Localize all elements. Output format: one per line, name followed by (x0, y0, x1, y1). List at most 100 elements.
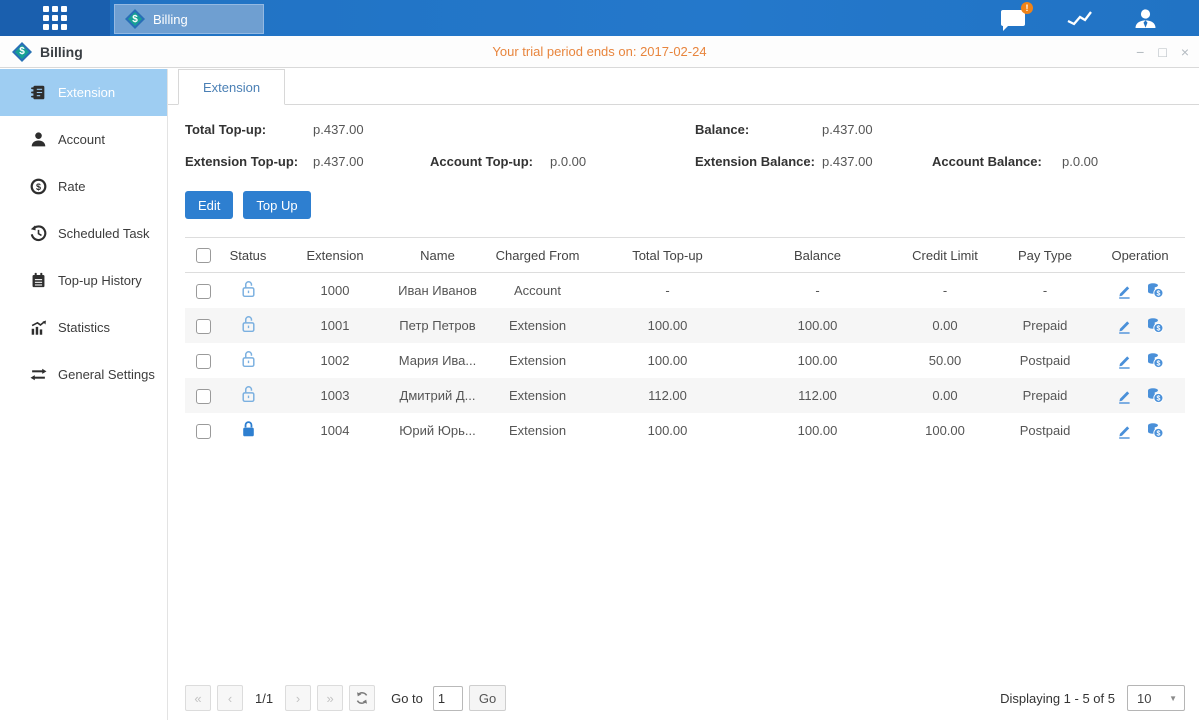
apps-grid-icon[interactable] (0, 0, 110, 36)
top-up-row-icon[interactable]: $ (1146, 317, 1164, 334)
col-charged-from: Charged From (480, 248, 595, 263)
displaying-text: Displaying 1 - 5 of 5 (1000, 691, 1115, 706)
maximize-icon[interactable]: □ (1158, 45, 1166, 59)
taskbar-item-label: Billing (153, 12, 188, 27)
row-checkbox[interactable] (196, 424, 211, 439)
sidebar-item-label: Scheduled Task (58, 226, 150, 241)
user-account-icon[interactable] (1131, 6, 1159, 30)
sidebar-item-topup-history[interactable]: Top-up History (0, 257, 167, 304)
window-title-group: $ Billing (12, 42, 83, 62)
name-cell: Мария Ива... (395, 353, 480, 368)
table-body: 1000 Иван Иванов Account - - - - (185, 273, 1185, 448)
next-page-button[interactable]: › (285, 685, 311, 711)
refresh-icon (355, 691, 369, 705)
edit-row-icon[interactable] (1116, 353, 1132, 369)
total-topup-label: Total Top-up: (185, 122, 313, 137)
row-checkbox[interactable] (196, 389, 211, 404)
edit-row-icon[interactable] (1116, 318, 1132, 334)
go-button[interactable]: Go (469, 685, 506, 711)
charged-from-cell: Extension (480, 423, 595, 438)
sidebar-item-extension[interactable]: Extension (0, 69, 167, 116)
notifications-icon[interactable]: ! (999, 6, 1027, 30)
goto-page-input[interactable] (433, 686, 463, 711)
charged-from-cell: Account (480, 283, 595, 298)
col-extension: Extension (275, 248, 395, 263)
balance-cell: 100.00 (740, 318, 895, 333)
select-all-checkbox[interactable] (196, 248, 211, 263)
main-content: Extension Total Top-up: p.437.00 Balance… (168, 69, 1199, 720)
extension-cell: 1004 (275, 423, 395, 438)
table-header-row: Status Extension Name Charged From Total… (185, 237, 1185, 273)
page-size-select[interactable]: 10 ▼ (1127, 685, 1185, 711)
sidebar-item-statistics[interactable]: Statistics (0, 304, 167, 351)
account-balance-label: Account Balance: (932, 154, 1062, 169)
minimize-icon[interactable]: − (1136, 45, 1144, 59)
row-checkbox[interactable] (196, 354, 211, 369)
locked-icon (240, 420, 257, 438)
last-page-button[interactable]: » (317, 685, 343, 711)
balance-value: p.437.00 (822, 122, 932, 137)
page-indicator: 1/1 (255, 691, 273, 706)
chevron-down-icon: ▼ (1169, 694, 1177, 703)
unlocked-icon (240, 280, 257, 298)
svg-text:$: $ (1156, 290, 1160, 297)
person-icon (1133, 8, 1158, 29)
page-size-value: 10 (1137, 691, 1151, 706)
sidebar-item-general-settings[interactable]: General Settings (0, 351, 167, 398)
edit-row-icon[interactable] (1116, 283, 1132, 299)
balance-cell: 100.00 (740, 423, 895, 438)
taskbar-item-billing[interactable]: $ Billing (114, 4, 264, 34)
first-page-button[interactable]: « (185, 685, 211, 711)
sidebar-item-label: Account (58, 132, 105, 147)
total-topup-cell: 112.00 (595, 388, 740, 403)
window-titlebar: $ Billing Your trial period ends on: 201… (0, 36, 1199, 68)
pay-type-cell: Prepaid (995, 388, 1095, 403)
pagination-controls: « ‹ 1/1 › » Go to Go (185, 685, 506, 711)
charged-from-cell: Extension (480, 318, 595, 333)
account-topup-label: Account Top-up: (430, 154, 550, 169)
close-icon[interactable]: × (1181, 45, 1189, 59)
sidebar-item-rate[interactable]: $ Rate (0, 163, 167, 210)
col-credit-limit: Credit Limit (895, 248, 995, 263)
total-topup-cell: - (595, 283, 740, 298)
svg-text:$: $ (1156, 430, 1160, 437)
system-topbar: $ Billing ! (0, 0, 1199, 36)
top-up-row-icon[interactable]: $ (1146, 282, 1164, 299)
top-up-row-icon[interactable]: $ (1146, 352, 1164, 369)
col-pay-type: Pay Type (995, 248, 1095, 263)
sidebar: Extension Account $ Rate (0, 69, 168, 720)
billing-app-window: $ Billing ! $ (0, 0, 1199, 720)
window-controls: − □ × (1136, 36, 1189, 68)
status-icon-cell (221, 385, 275, 406)
edit-button[interactable]: Edit (185, 191, 233, 219)
notification-badge: ! (1021, 2, 1033, 14)
prev-page-button[interactable]: ‹ (217, 685, 243, 711)
edit-row-icon[interactable] (1116, 388, 1132, 404)
extension-cell: 1001 (275, 318, 395, 333)
trial-notice: Your trial period ends on: 2017-02-24 (0, 44, 1199, 59)
extension-balance-value: p.437.00 (822, 154, 932, 169)
sidebar-item-label: Top-up History (58, 273, 142, 288)
row-checkbox[interactable] (196, 319, 211, 334)
extension-topup-value: p.437.00 (313, 154, 430, 169)
sidebar-item-account[interactable]: Account (0, 116, 167, 163)
top-up-row-icon[interactable]: $ (1146, 387, 1164, 404)
sidebar-item-label: Rate (58, 179, 85, 194)
line-chart-icon (1066, 8, 1093, 28)
edit-row-icon[interactable] (1116, 423, 1132, 439)
col-name: Name (395, 248, 480, 263)
resource-monitor-icon[interactable] (1065, 6, 1093, 30)
total-topup-cell: 100.00 (595, 318, 740, 333)
sidebar-item-scheduled-task[interactable]: Scheduled Task (0, 210, 167, 257)
extension-balance-label: Extension Balance: (695, 154, 822, 169)
top-up-row-icon[interactable]: $ (1146, 422, 1164, 439)
total-topup-cell: 100.00 (595, 353, 740, 368)
top-up-button[interactable]: Top Up (243, 191, 310, 219)
row-checkbox[interactable] (196, 284, 211, 299)
charged-from-cell: Extension (480, 353, 595, 368)
status-icon-cell (221, 420, 275, 441)
refresh-button[interactable] (349, 685, 375, 711)
rate-icon: $ (30, 178, 47, 195)
tab-extension[interactable]: Extension (178, 69, 285, 105)
sidebar-item-label: Statistics (58, 320, 110, 335)
